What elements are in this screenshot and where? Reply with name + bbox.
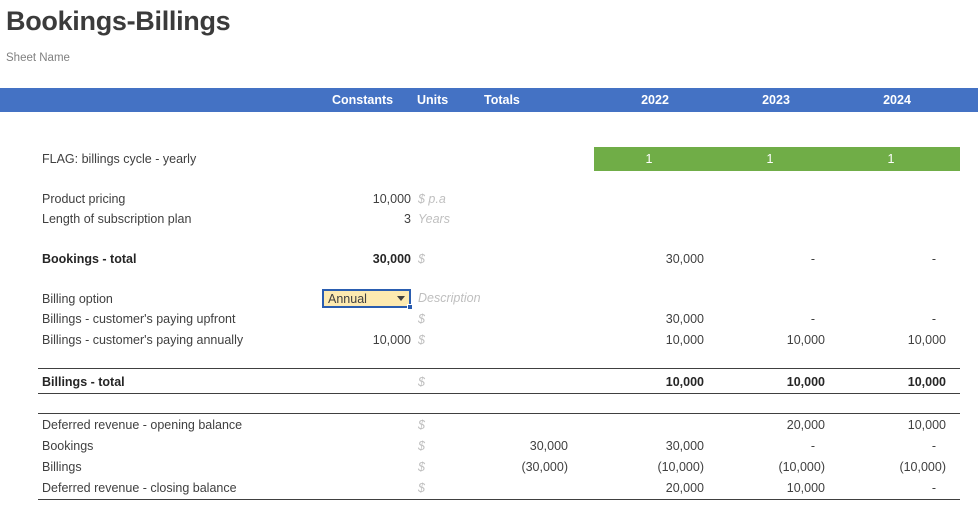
column-header-year-2024: 2024 (883, 93, 911, 107)
column-header-constants: Constants (332, 93, 394, 107)
cell-billings-upfront-constants (290, 309, 411, 329)
cell-billings-annually-units: $ (418, 333, 425, 347)
cell-bookings-total-constants: 30,000 (372, 252, 411, 266)
cell-deferred-opening-2023: 20,000 (786, 418, 825, 432)
cell-bookings-total-totals (450, 249, 568, 269)
flag-band: 1 1 1 (594, 147, 960, 171)
row-label-product-pricing: Product pricing (42, 192, 126, 206)
cell-deferred-opening-2024: 10,000 (907, 418, 946, 432)
sheet-name-label: Sheet Name (6, 52, 70, 64)
table-row-billings-upfront: Billings - customer's paying upfront $ 3… (0, 309, 978, 329)
divider-billings-total-bottom (38, 393, 960, 394)
row-label-billings-annually: Billings - customer's paying annually (42, 333, 244, 347)
cell-deferred-bookings-2023: - (810, 439, 815, 453)
table-row-billings-annually: Billings - customer's paying annually 10… (0, 330, 978, 350)
cell-deferred-opening-2022 (594, 415, 704, 435)
cell-deferred-billings-2023: (10,000) (778, 460, 825, 474)
table-row-product-pricing: Product pricing 10,000 $ p.a (0, 189, 978, 209)
row-label-billings-total: Billings - total (42, 375, 125, 389)
row-label-deferred-billings: Billings (42, 460, 82, 474)
table-row-deferred-billings: Billings $ (30,000) (10,000) (10,000) (1… (0, 457, 978, 477)
column-header-bar: Constants Units Totals 2022 2023 2024 (0, 88, 978, 112)
cell-billings-upfront-2024: - (931, 312, 936, 326)
cell-billings-total-constants (290, 372, 411, 392)
divider-deferred-revenue-top (38, 413, 960, 414)
row-label-flag: FLAG: billings cycle - yearly (42, 152, 197, 166)
billing-option-dropdown[interactable]: Annual (322, 289, 411, 308)
cell-deferred-opening-totals (450, 415, 568, 435)
table-row-billings-total: Billings - total $ 10,000 10,000 10,000 (0, 372, 978, 392)
cell-billings-annually-constants: 10,000 (372, 333, 411, 347)
row-label-deferred-bookings: Bookings (42, 439, 94, 453)
flag-value-2024: 1 (887, 152, 895, 166)
row-label-subscription-length: Length of subscription plan (42, 212, 192, 226)
cell-bookings-total-2024: - (931, 252, 936, 266)
billing-option-value: Annual (328, 291, 367, 306)
column-header-year-2022: 2022 (641, 93, 669, 107)
cell-billings-upfront-units: $ (418, 312, 425, 326)
cell-bookings-total-2023: - (810, 252, 815, 266)
table-row-deferred-bookings: Bookings $ 30,000 30,000 - - (0, 436, 978, 456)
cell-deferred-closing-2023: 10,000 (786, 481, 825, 495)
row-label-bookings-total: Bookings - total (42, 252, 137, 266)
cell-deferred-bookings-2024: - (931, 439, 936, 453)
cell-product-pricing-units: $ p.a (418, 192, 446, 206)
flag-value-2022: 1 (645, 152, 653, 166)
divider-billings-total-top (38, 368, 960, 369)
billing-option-description-note: Description (418, 291, 481, 305)
row-label-billings-upfront: Billings - customer's paying upfront (42, 312, 236, 326)
cell-deferred-billings-2022: (10,000) (657, 460, 704, 474)
table-row-billing-option: Billing option (0, 289, 978, 309)
cell-subscription-length-units: Years (418, 212, 450, 226)
cell-billings-upfront-2022: 30,000 (665, 312, 704, 326)
cell-product-pricing-constants[interactable]: 10,000 (290, 189, 411, 209)
cell-deferred-billings-totals: (30,000) (521, 460, 568, 474)
table-row-subscription-length: Length of subscription plan 3 Years (0, 209, 978, 229)
cell-billings-annually-2024: 10,000 (907, 333, 946, 347)
cell-deferred-closing-totals (450, 478, 568, 498)
table-row-deferred-opening: Deferred revenue - opening balance $ 20,… (0, 415, 978, 435)
cell-deferred-billings-2024: (10,000) (899, 460, 946, 474)
column-header-totals: Totals (484, 93, 520, 107)
page-title: Bookings-Billings (6, 6, 231, 36)
cell-deferred-closing-2024: - (931, 481, 936, 495)
table-row-deferred-closing: Deferred revenue - closing balance $ 20,… (0, 478, 978, 498)
row-label-deferred-closing: Deferred revenue - closing balance (42, 481, 237, 495)
cell-bookings-total-2022: 30,000 (665, 252, 704, 266)
cell-billings-annually-2022: 10,000 (665, 333, 704, 347)
cell-deferred-closing-2022: 20,000 (665, 481, 704, 495)
cell-billings-total-units: $ (418, 375, 425, 389)
column-header-year-2023: 2023 (762, 93, 790, 107)
cell-billings-upfront-2023: - (810, 312, 815, 326)
cell-billings-annually-2023: 10,000 (786, 333, 825, 347)
table-row-bookings-total: Bookings - total 30,000 $ 30,000 - - (0, 249, 978, 269)
cell-deferred-bookings-2022: 30,000 (665, 439, 704, 453)
cell-billings-total-2022: 10,000 (665, 375, 704, 389)
cell-subscription-length-constants[interactable]: 3 (290, 209, 411, 229)
cell-billings-total-2024: 10,000 (907, 375, 946, 389)
flag-value-2023: 1 (766, 152, 774, 166)
cell-billings-total-2023: 10,000 (786, 375, 825, 389)
divider-deferred-revenue-bottom (38, 499, 960, 500)
cell-deferred-bookings-totals: 30,000 (529, 439, 568, 453)
row-label-deferred-opening: Deferred revenue - opening balance (42, 418, 243, 432)
row-label-billing-option: Billing option (42, 292, 113, 306)
spreadsheet-page: Bookings-Billings Sheet Name Constants U… (0, 0, 978, 513)
column-header-units: Units (417, 93, 449, 107)
